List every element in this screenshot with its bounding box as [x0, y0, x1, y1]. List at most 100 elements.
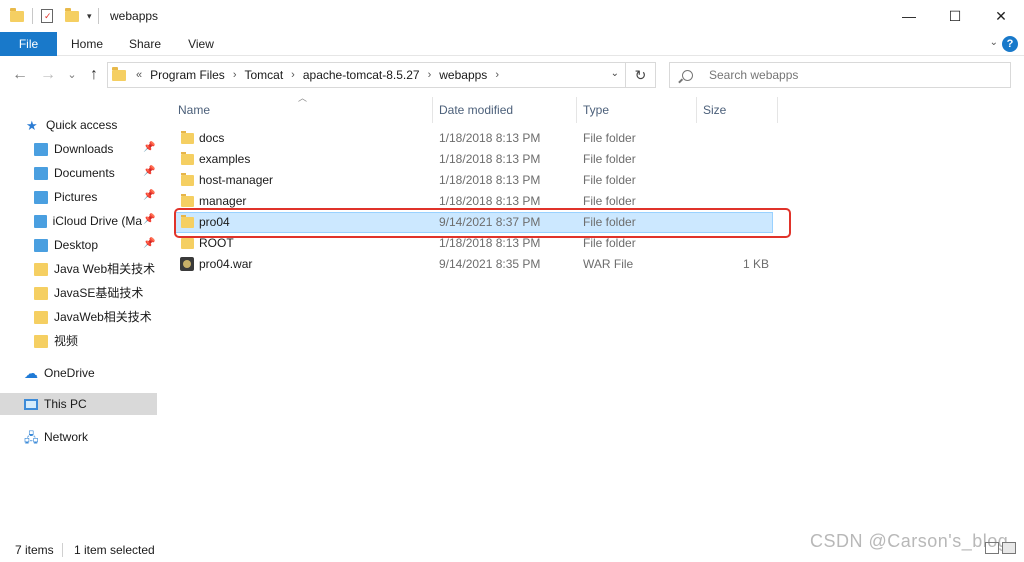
- properties-icon[interactable]: ✓: [41, 9, 53, 23]
- tab-view[interactable]: View: [181, 32, 221, 56]
- sidebar-item-pictures[interactable]: Pictures: [34, 186, 97, 208]
- chevron-right-icon[interactable]: ›: [233, 69, 237, 81]
- sidebar-item-downloads[interactable]: Downloads: [34, 138, 113, 160]
- file-name: pro04.war: [199, 257, 253, 271]
- file-name: manager: [199, 194, 247, 208]
- breadcrumb-apache-tomcat[interactable]: apache-tomcat-8.5.27: [303, 68, 420, 82]
- column-header-date[interactable]: Date modified: [439, 97, 513, 123]
- file-type: File folder: [583, 194, 636, 208]
- breadcrumb-webapps[interactable]: webapps: [439, 68, 487, 82]
- minimize-button[interactable]: —: [886, 0, 932, 32]
- pin-icon[interactable]: 📌: [143, 238, 155, 249]
- column-divider[interactable]: [432, 97, 433, 123]
- sidebar-item-label: JavaSE基础技术: [54, 286, 144, 300]
- file-row-examples[interactable]: examples 1/18/2018 8:13 PM File folder: [175, 149, 773, 170]
- file-size: [703, 149, 769, 170]
- breadcrumb-tomcat[interactable]: Tomcat: [244, 68, 283, 82]
- column-divider[interactable]: [696, 97, 697, 123]
- search-icon: [682, 69, 693, 81]
- address-bar[interactable]: « Program Files › Tomcat › apache-tomcat…: [107, 62, 626, 88]
- column-divider[interactable]: [576, 97, 577, 123]
- sidebar-item-label: Java Web相关技术: [54, 262, 156, 276]
- status-divider: [62, 543, 63, 557]
- sidebar-item-java-web[interactable]: Java Web相关技术: [34, 258, 155, 280]
- back-button[interactable]: ←: [10, 64, 30, 86]
- folder-icon: [181, 131, 194, 144]
- sidebar-item-network[interactable]: 🖧 Network: [24, 426, 88, 448]
- folder-icon: [34, 334, 48, 348]
- sidebar-item-desktop[interactable]: Desktop: [34, 234, 98, 256]
- downloads-icon: [34, 142, 48, 156]
- pin-icon[interactable]: 📌: [143, 214, 155, 225]
- help-button[interactable]: ?: [1002, 36, 1018, 52]
- sidebar-item-label: Desktop: [54, 238, 99, 252]
- pin-icon[interactable]: 📌: [143, 142, 155, 153]
- sidebar-item-label: Network: [44, 430, 89, 444]
- chevron-down-icon[interactable]: ⌄: [990, 37, 998, 48]
- folder-icon[interactable]: [10, 7, 24, 22]
- file-date: 1/18/2018 8:13 PM: [439, 131, 541, 145]
- sidebar-item-quick-access[interactable]: ★ Quick access: [26, 114, 117, 136]
- tab-home[interactable]: Home: [66, 32, 108, 56]
- file-row-pro04-war[interactable]: pro04.war 9/14/2021 8:35 PM WAR File 1 K…: [175, 254, 773, 275]
- sidebar-item-video[interactable]: 视频: [34, 330, 78, 352]
- chevron-right-icon[interactable]: ›: [428, 69, 432, 81]
- toolbar-divider: [32, 8, 33, 24]
- sidebar-item-label: Pictures: [54, 190, 98, 204]
- sidebar-item-javase[interactable]: JavaSE基础技术: [34, 282, 143, 304]
- overflow-icon[interactable]: «: [136, 69, 142, 81]
- new-folder-icon[interactable]: [65, 7, 79, 22]
- tab-share[interactable]: Share: [124, 32, 166, 56]
- pin-icon[interactable]: 📌: [143, 166, 155, 177]
- recent-locations-button[interactable]: ⌄: [62, 64, 82, 86]
- refresh-button[interactable]: ↻: [626, 62, 656, 88]
- column-header-name[interactable]: Name: [178, 97, 210, 123]
- tab-file[interactable]: File: [0, 32, 57, 56]
- up-button[interactable]: ↑: [84, 64, 104, 86]
- folder-icon: [181, 215, 194, 228]
- file-type: File folder: [583, 173, 636, 187]
- sidebar-item-onedrive[interactable]: ☁ OneDrive: [24, 362, 95, 384]
- file-type: File folder: [583, 131, 636, 145]
- address-dropdown-icon[interactable]: ⌄: [611, 68, 619, 79]
- quick-access-toolbar: ✓ ▾: [10, 6, 99, 26]
- file-row-root[interactable]: ROOT 1/18/2018 8:13 PM File folder: [175, 233, 773, 254]
- navigation-pane: ★ Quick access Downloads 📌 Documents 📌 P…: [0, 100, 158, 530]
- sidebar-item-label: Quick access: [46, 118, 118, 132]
- sidebar-item-documents[interactable]: Documents: [34, 162, 115, 184]
- large-icons-view-icon[interactable]: [1002, 542, 1016, 554]
- pin-icon[interactable]: 📌: [143, 190, 155, 201]
- file-row-docs[interactable]: docs 1/18/2018 8:13 PM File folder: [175, 128, 773, 149]
- watermark: CSDN @Carson's_blog: [810, 531, 1009, 551]
- search-box[interactable]: Search webapps: [669, 62, 1011, 88]
- file-name: pro04: [199, 215, 230, 229]
- pictures-icon: [34, 190, 48, 204]
- sidebar-item-label: Downloads: [54, 142, 114, 156]
- file-size: [703, 212, 769, 233]
- column-divider[interactable]: [777, 97, 778, 123]
- file-row-manager[interactable]: manager 1/18/2018 8:13 PM File folder: [175, 191, 773, 212]
- file-date: 1/18/2018 8:13 PM: [439, 194, 541, 208]
- maximize-button[interactable]: ☐: [932, 0, 978, 32]
- chevron-right-icon[interactable]: ›: [495, 69, 499, 81]
- chevron-right-icon[interactable]: ›: [291, 69, 295, 81]
- file-name: docs: [199, 131, 225, 145]
- close-button[interactable]: ✕: [978, 0, 1024, 32]
- sidebar-item-icloud[interactable]: iCloud Drive (Ma: [34, 210, 142, 232]
- sidebar-item-this-pc[interactable]: This PC: [0, 393, 157, 415]
- file-date: 9/14/2021 8:35 PM: [439, 257, 541, 271]
- breadcrumb-program-files[interactable]: Program Files: [150, 68, 225, 82]
- folder-icon: [112, 66, 126, 81]
- column-header-size[interactable]: Size: [703, 97, 726, 123]
- sidebar-item-javaweb[interactable]: JavaWeb相关技术: [34, 306, 152, 328]
- file-row-pro04[interactable]: pro04 9/14/2021 8:37 PM File folder: [175, 212, 773, 233]
- column-header-type[interactable]: Type: [583, 97, 609, 123]
- sidebar-item-label: This PC: [44, 397, 87, 411]
- customize-toolbar-icon[interactable]: ▾: [87, 11, 92, 22]
- folder-icon: [181, 173, 194, 186]
- search-input[interactable]: Search webapps: [709, 68, 798, 82]
- details-view-icon[interactable]: [985, 542, 999, 554]
- folder-icon: [34, 310, 48, 324]
- file-row-host-manager[interactable]: host-manager 1/18/2018 8:13 PM File fold…: [175, 170, 773, 191]
- forward-button[interactable]: →: [38, 64, 58, 86]
